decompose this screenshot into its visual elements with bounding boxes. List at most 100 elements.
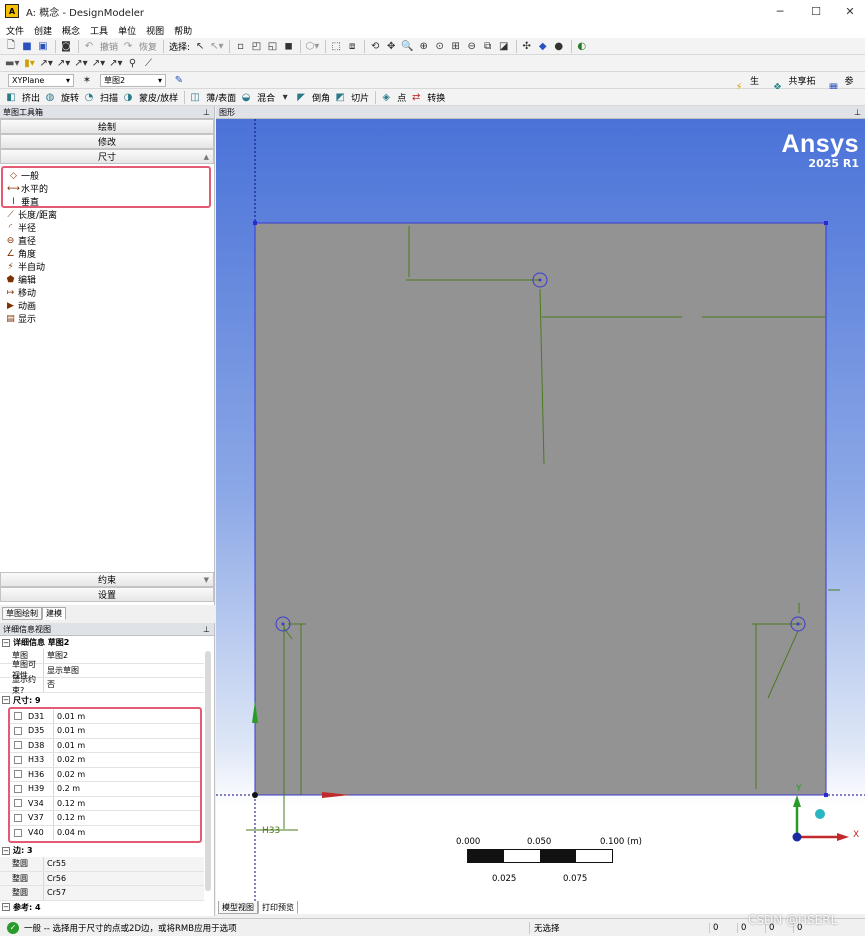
skin-loft-button[interactable]: 蒙皮/放样	[139, 91, 178, 104]
parameter-checkbox[interactable]	[14, 741, 22, 750]
parameter-checkbox[interactable]	[14, 726, 22, 735]
point-button[interactable]: 点	[397, 91, 406, 104]
select-body-icon[interactable]: ◼	[281, 39, 295, 53]
edge-row[interactable]: 整圆 Cr56	[0, 871, 204, 886]
tool-display[interactable]: ▤ 显示	[0, 312, 214, 326]
plane-select[interactable]: XYPlane ▾	[8, 73, 74, 87]
menu-create[interactable]: 创建	[34, 24, 52, 37]
look-at-icon[interactable]: ◐	[575, 39, 589, 53]
show-axis-icon[interactable]: ✣	[520, 39, 534, 53]
select-filter-icon[interactable]: ↗▾	[108, 56, 123, 70]
section-constraint[interactable]: 约束 ▼	[0, 572, 214, 587]
tool-animate[interactable]: ▶ 动画	[0, 299, 214, 313]
chevron-down-icon[interactable]: ▾	[278, 90, 292, 104]
select-add-icon[interactable]: ↗▾	[56, 56, 71, 70]
dimension-row[interactable]: V40 0.04 m	[10, 825, 200, 840]
menu-file[interactable]: 文件	[6, 24, 24, 37]
edge-row[interactable]: 整圆 Cr57	[0, 886, 204, 901]
slice-button[interactable]: 切片	[351, 91, 369, 104]
select-face-icon[interactable]: ◱	[265, 39, 279, 53]
tab-sketching[interactable]: 草图绘制	[2, 607, 42, 620]
dim-value[interactable]: 0.12 m	[54, 813, 85, 822]
menu-units[interactable]: 单位	[118, 24, 136, 37]
new-icon[interactable]: 🗋	[4, 39, 18, 53]
section-settings[interactable]: 设置	[0, 587, 214, 602]
parameter-checkbox[interactable]	[14, 828, 22, 837]
dim-value[interactable]: 0.01 m	[54, 741, 85, 750]
zoom-in-icon[interactable]: ⊙	[433, 39, 447, 53]
parameter-checkbox[interactable]	[14, 770, 22, 779]
dimension-row[interactable]: V37 0.12 m	[10, 811, 200, 826]
select-pointer-icon[interactable]: ↖	[193, 39, 207, 53]
sketch-canvas[interactable]	[216, 119, 865, 901]
sweep-icon[interactable]: ◔	[82, 90, 96, 104]
viewport-canvas[interactable]: Ansys 2025 R1 H33 Y X 0.000 0.050 0.100 …	[216, 119, 865, 901]
extrude-icon[interactable]: ◧	[4, 90, 18, 104]
minimize-button[interactable]: ─	[763, 0, 797, 22]
section-draw[interactable]: 绘制	[0, 119, 214, 134]
scroll-down-icon[interactable]: ▼	[204, 576, 209, 584]
skin-loft-icon[interactable]: ◑	[121, 90, 135, 104]
undo-icon[interactable]: ↶	[82, 39, 96, 53]
select-point-icon[interactable]: ▫	[233, 39, 247, 53]
revolve-icon[interactable]: ◍	[43, 90, 57, 104]
select-all-icon[interactable]: ⬚	[329, 39, 343, 53]
menu-view[interactable]: 视图	[146, 24, 164, 37]
dimension-row[interactable]: D38 0.01 m	[10, 738, 200, 753]
new-sketch-icon[interactable]: ✎	[172, 73, 186, 87]
tool-horizontal[interactable]: ⟷ 水平的	[3, 182, 209, 196]
tool-angle[interactable]: ∠ 角度	[0, 247, 214, 261]
section-modify[interactable]: 修改	[0, 134, 214, 149]
tool-vertical[interactable]: I 垂直	[3, 195, 209, 209]
pin-icon[interactable]: ⊥	[854, 108, 861, 117]
parameter-checkbox[interactable]	[14, 799, 22, 808]
tool-edit[interactable]: ⬟ 编辑	[0, 273, 214, 287]
save-icon[interactable]: ■	[20, 39, 34, 53]
tab-print-preview[interactable]: 打印预览	[258, 901, 298, 914]
select-mode-icon[interactable]: ↖▾	[209, 39, 224, 53]
extrude-button[interactable]: 挤出	[22, 91, 40, 104]
conversion-button[interactable]: 转换	[427, 91, 445, 104]
details-section-references[interactable]: − 参考: 4	[0, 900, 204, 914]
dimension-row[interactable]: H39 0.2 m	[10, 782, 200, 797]
tool-move[interactable]: ↦ 移动	[0, 286, 214, 300]
parameter-checkbox[interactable]	[14, 712, 22, 721]
camera-icon[interactable]: ◙	[59, 39, 73, 53]
parameter-checkbox[interactable]	[14, 784, 22, 793]
parameter-checkbox[interactable]	[14, 813, 22, 822]
pin-icon[interactable]: ⊥	[203, 625, 210, 634]
rotate-icon[interactable]: ⟲	[368, 39, 382, 53]
zoom-box-icon[interactable]: ⊕	[417, 39, 431, 53]
chamfer-icon[interactable]: ◤	[294, 90, 308, 104]
iso-view-icon[interactable]: ⧉	[481, 39, 495, 53]
menu-help[interactable]: 帮助	[174, 24, 192, 37]
dimension-row[interactable]: H36 0.02 m	[10, 767, 200, 782]
parameter-checkbox[interactable]	[14, 755, 22, 764]
edge-color-icon[interactable]: ▮▾	[22, 56, 36, 70]
tool-semi-automatic[interactable]: ⚡ 半自动	[0, 260, 214, 274]
zoom-out-icon[interactable]: ⊖	[465, 39, 479, 53]
conversion-icon[interactable]: ⇄	[409, 90, 423, 104]
tool-diameter[interactable]: ⊖ 直径	[0, 234, 214, 248]
extend-select-icon[interactable]: ⬡▾	[304, 39, 320, 53]
new-plane-icon[interactable]: ✶	[80, 73, 94, 87]
edge-row[interactable]: 整圆 Cr55	[0, 857, 204, 872]
thin-surface-icon[interactable]: ◫	[188, 90, 202, 104]
dim-value[interactable]: 0.2 m	[54, 784, 80, 793]
maximize-button[interactable]: ☐	[799, 0, 833, 22]
save-as-icon[interactable]: ▣	[36, 39, 50, 53]
blend-button[interactable]: 混合	[257, 91, 275, 104]
scroll-up-icon[interactable]: ▲	[204, 153, 209, 161]
point-icon[interactable]: ◈	[379, 90, 393, 104]
chamfer-button[interactable]: 倒角	[312, 91, 330, 104]
dimension-row[interactable]: D35 0.01 m	[10, 724, 200, 739]
display-plane-icon[interactable]: ◪	[497, 39, 511, 53]
details-row[interactable]: 显示约束? 否	[0, 675, 204, 695]
menu-concept[interactable]: 概念	[62, 24, 80, 37]
thin-surface-button[interactable]: 薄/表面	[206, 91, 236, 104]
details-scrollbar[interactable]	[205, 651, 211, 891]
pan-icon[interactable]: ✥	[384, 39, 398, 53]
show-point-icon[interactable]: ●	[552, 39, 566, 53]
dimension-row[interactable]: H33 0.02 m	[10, 753, 200, 768]
zoom-fit-icon[interactable]: ⊞	[449, 39, 463, 53]
